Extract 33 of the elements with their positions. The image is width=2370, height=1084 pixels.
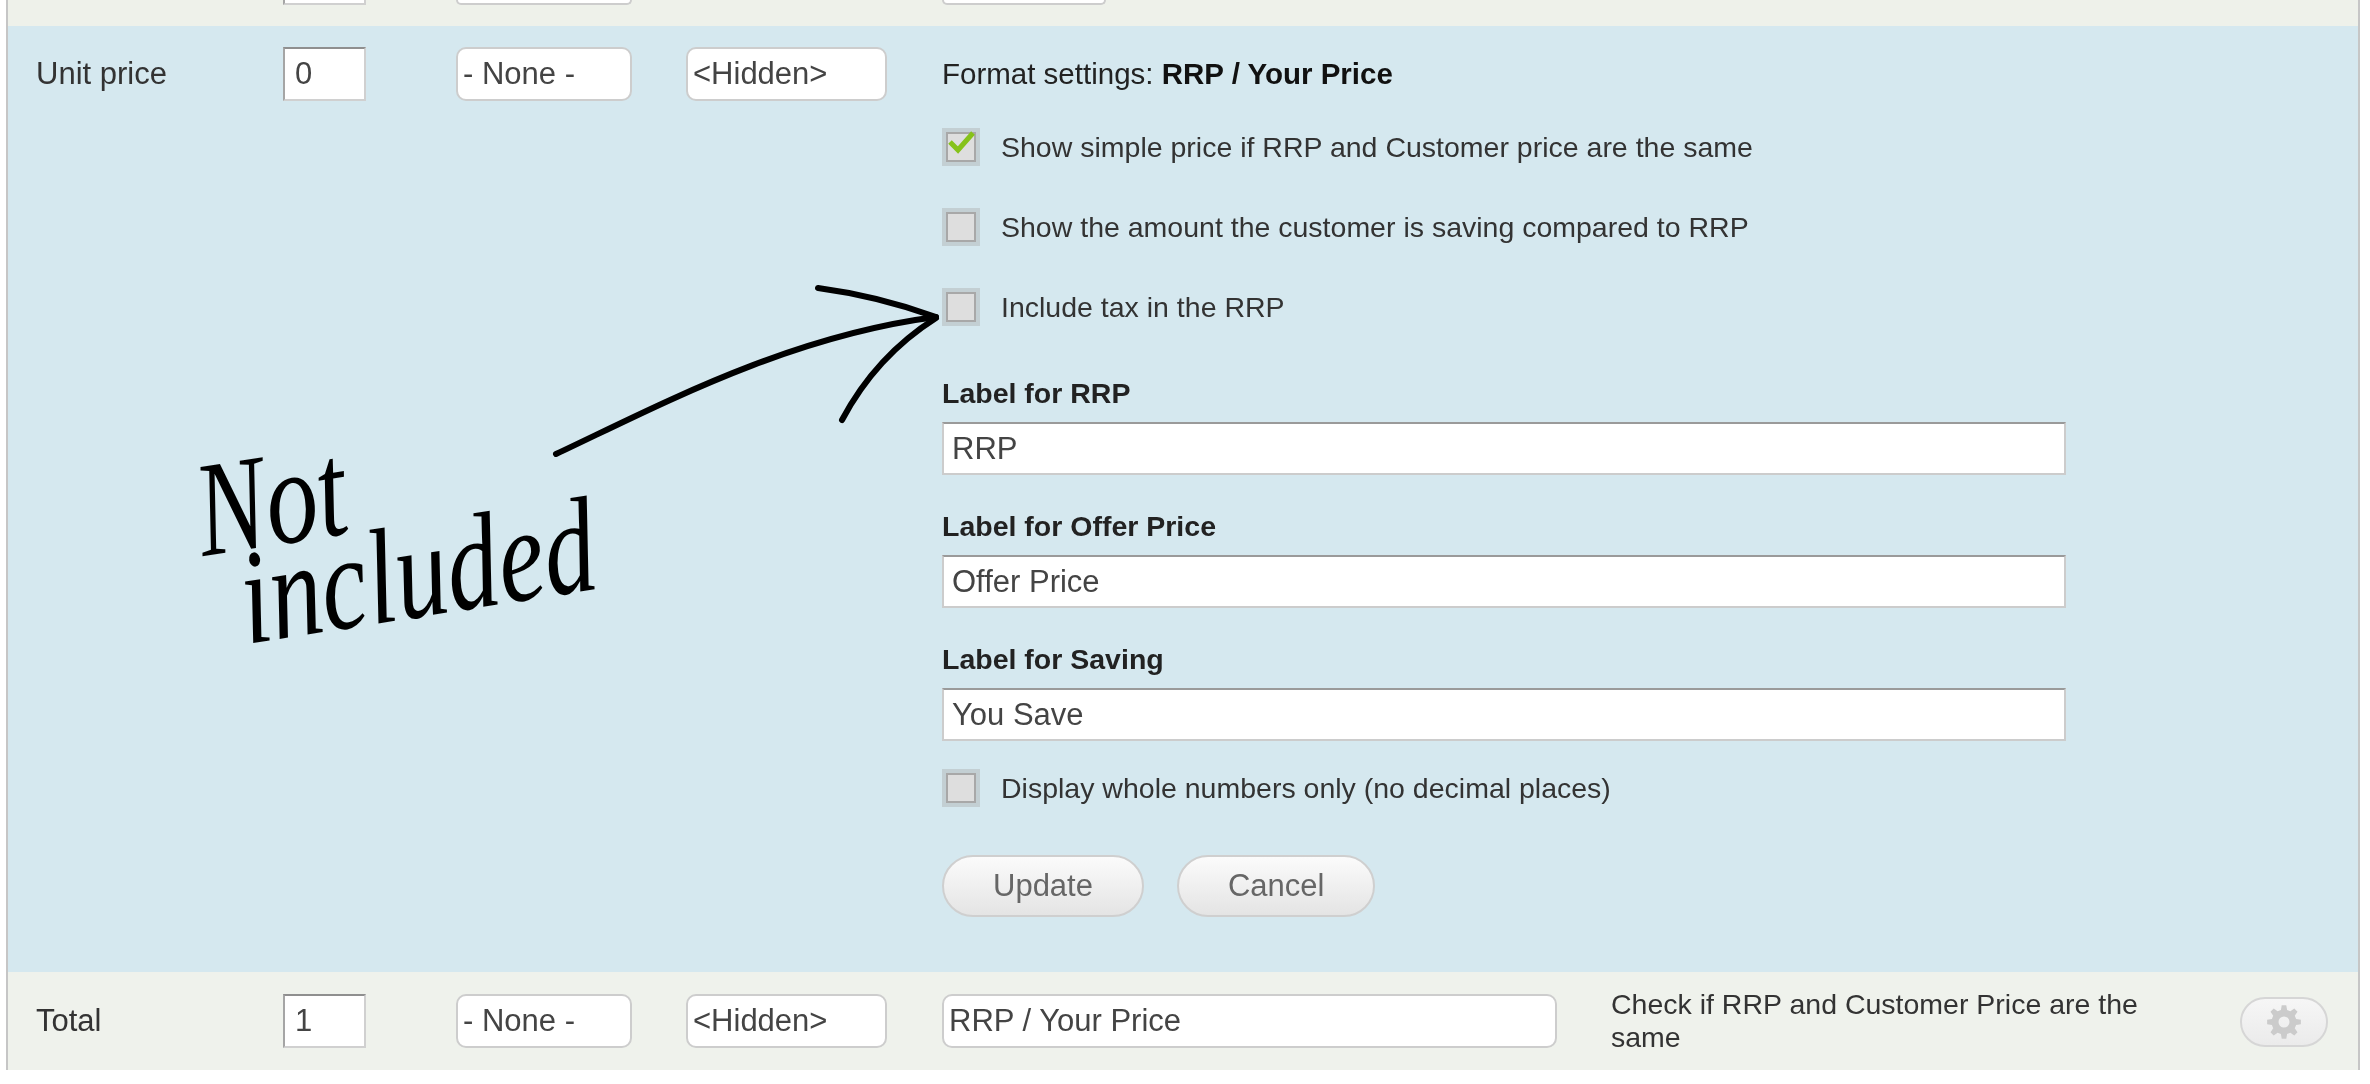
text-field[interactable]: RRP — [942, 422, 2066, 475]
select-field[interactable]: <Hidden> — [686, 994, 887, 1048]
field-label: Label for Offer Price — [942, 509, 1216, 543]
number-field[interactable] — [283, 0, 366, 5]
row-label: Unit price — [36, 56, 167, 92]
text-field[interactable]: Offer Price — [942, 555, 2066, 608]
form-button[interactable]: Update — [942, 855, 1144, 917]
option-label: Show the amount the customer is saving compared to RRP — [1001, 210, 1749, 244]
help-text: Check if RRP and Customer Price are the same — [1611, 988, 2139, 1054]
handwritten-note: Not included — [188, 412, 607, 650]
option-label: Display whole numbers only (no decimal places) — [1001, 771, 1611, 805]
select-field[interactable]: - None - — [456, 47, 632, 101]
text-field[interactable]: You Save — [942, 688, 2066, 741]
checkbox[interactable] — [942, 208, 980, 246]
checkmark-icon — [947, 130, 975, 154]
select-field[interactable] — [456, 0, 632, 5]
text-field[interactable] — [942, 0, 1106, 5]
option-label: Show simple price if RRP and Customer price are the same — [1001, 130, 1753, 164]
gear-icon — [2267, 1005, 2301, 1039]
text-field[interactable]: RRP / Your Price — [942, 994, 1557, 1048]
option-label: Include tax in the RRP — [1001, 290, 1285, 324]
select-field[interactable]: <Hidden> — [686, 47, 887, 101]
select-field[interactable]: - None - — [456, 994, 632, 1048]
number-field[interactable]: 0 — [283, 47, 366, 101]
field-label: Label for Saving — [942, 642, 1164, 676]
row-label: Total — [36, 1003, 102, 1039]
checkbox[interactable] — [942, 769, 980, 807]
format-settings-title: Format settings: RRP / Your Price — [942, 56, 1393, 92]
form-button[interactable]: Cancel — [1176, 855, 1376, 917]
number-field[interactable]: 1 — [283, 994, 366, 1048]
checkbox[interactable] — [942, 128, 980, 166]
checkbox[interactable] — [942, 288, 980, 326]
field-label: Label for RRP — [942, 376, 1131, 410]
